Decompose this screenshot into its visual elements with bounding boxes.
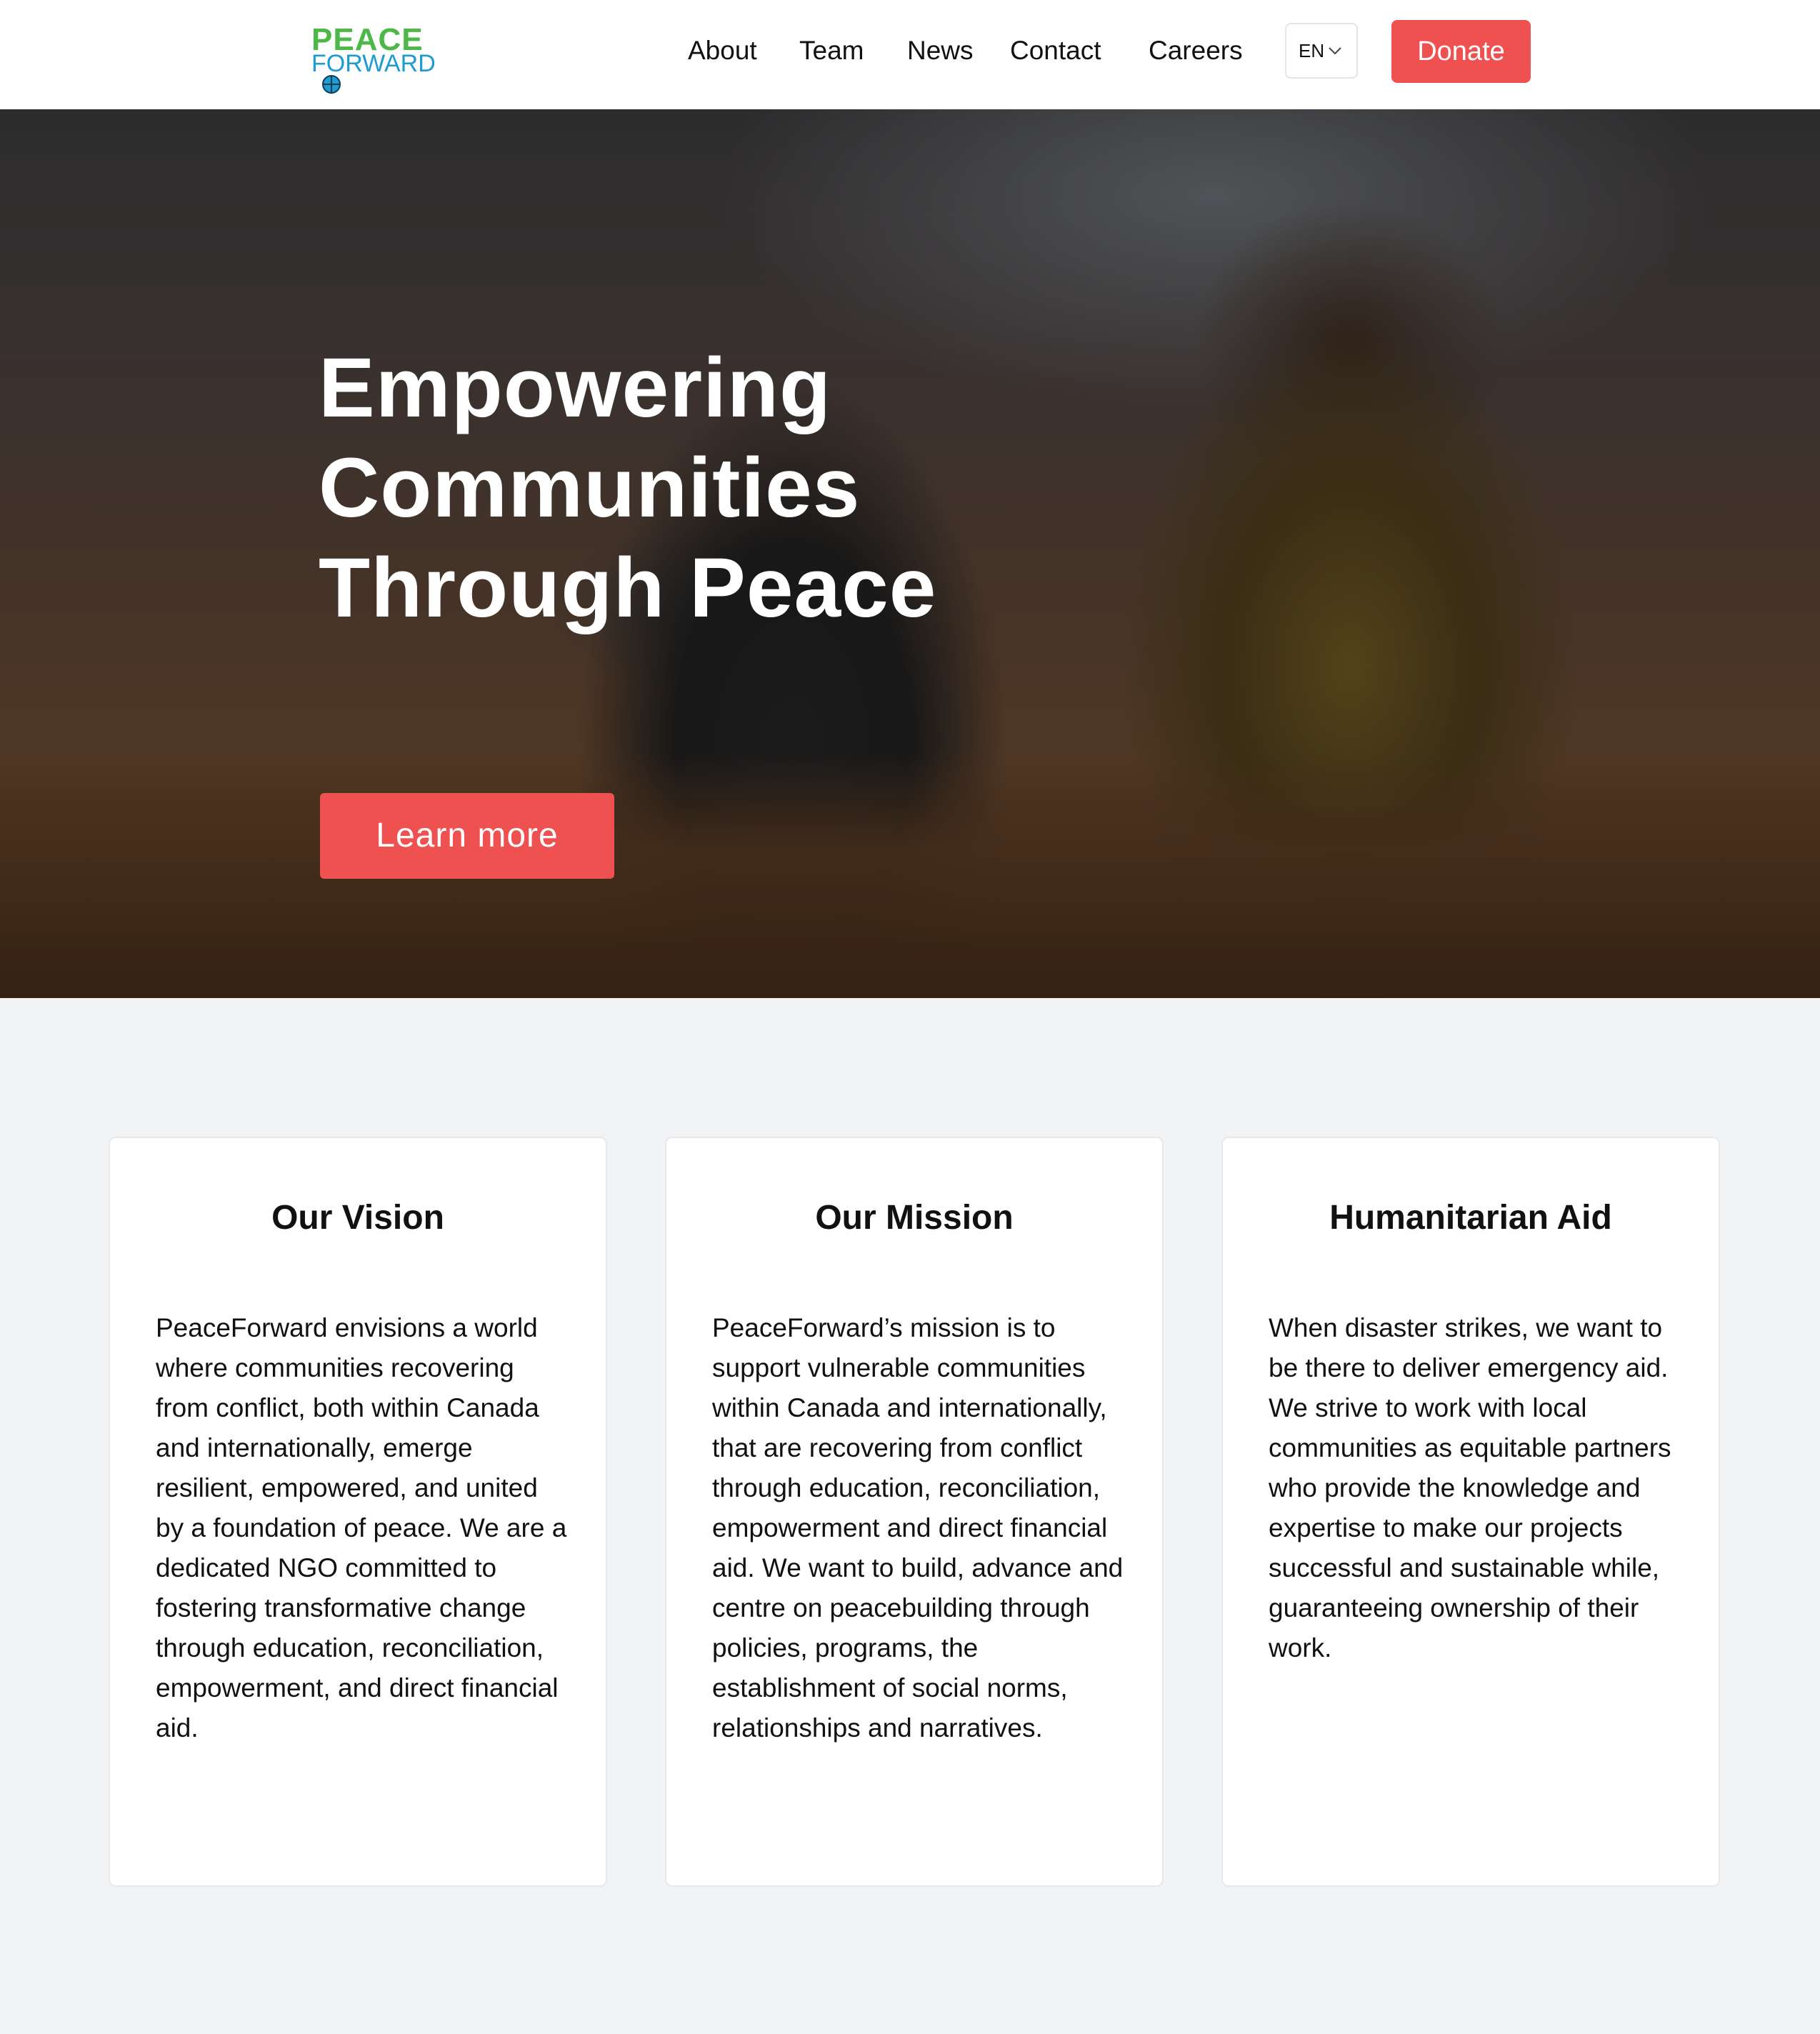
card-body: PeaceForward’s mission is to support vul… — [712, 1313, 1124, 1743]
card-title: Our Mission — [815, 1199, 1014, 1237]
card-humanitarian-aid: Humanitarian Aid When disaster strikes, … — [1221, 1137, 1720, 1887]
card-title: Humanitarian Aid — [1329, 1199, 1612, 1237]
nav-team[interactable]: Team — [799, 33, 864, 69]
card-vision: Our Vision PeaceForward envisions a worl… — [109, 1137, 607, 1887]
hero-title: Empowering Communities Through Peace — [319, 338, 1104, 638]
donate-button[interactable]: Donate — [1391, 20, 1531, 83]
logo-line-forward: FORWARD — [311, 50, 436, 77]
site-header: PEACE FORWARD About Team News Contact Ca… — [0, 0, 1820, 110]
card-title: Our Vision — [271, 1199, 444, 1237]
card-body: PeaceForward envisions a world where com… — [156, 1313, 567, 1743]
nav-careers[interactable]: Careers — [1149, 33, 1243, 69]
nav-about[interactable]: About — [688, 33, 757, 69]
hero-title-line: Through Peace — [319, 541, 937, 635]
language-selector[interactable]: EN — [1285, 23, 1358, 79]
nav-news[interactable]: News — [907, 33, 974, 69]
card-mission: Our Mission PeaceForward’s mission is to… — [665, 1137, 1164, 1887]
hero-title-line: Communities — [319, 441, 861, 535]
language-code: EN — [1299, 40, 1325, 61]
hero-title-line: Empowering — [319, 341, 832, 435]
learn-more-button[interactable]: Learn more — [320, 793, 614, 879]
peace-forward-logo[interactable]: PEACE FORWARD — [311, 24, 436, 94]
hero-banner: Empowering Communities Through Peace Lea… — [0, 109, 1820, 998]
card-body: When disaster strikes, we want to be the… — [1269, 1313, 1671, 1662]
globe-icon — [322, 75, 341, 94]
chevron-down-icon — [1329, 47, 1341, 55]
nav-contact[interactable]: Contact — [1010, 33, 1101, 69]
